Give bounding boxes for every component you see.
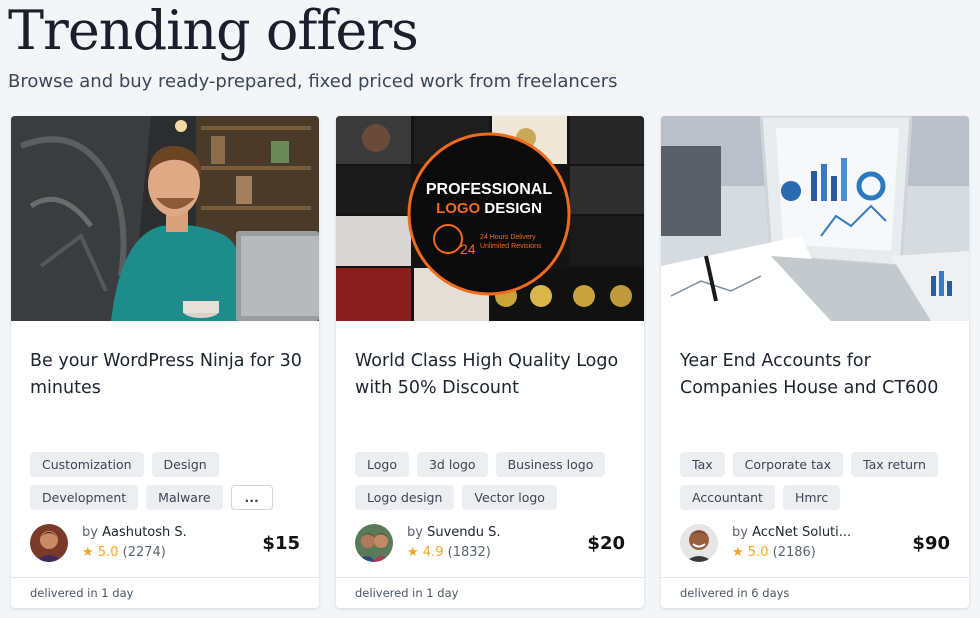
tag[interactable]: Design (151, 452, 219, 477)
tag[interactable]: Business logo (495, 452, 606, 477)
offer-card[interactable]: Be your WordPress Ninja for 30 minutes C… (11, 116, 319, 608)
promo-number: 24 (460, 241, 476, 257)
tag[interactable]: Corporate tax (732, 452, 844, 477)
accounts-laptop-photo (661, 116, 969, 321)
delivery-time: delivered in 1 day (11, 577, 319, 608)
freelancer-photo (11, 116, 319, 321)
offer-card[interactable]: Year End Accounts for Companies House an… (661, 116, 969, 608)
rating-score: 4.9 (422, 545, 444, 560)
star-icon: ★ (407, 545, 419, 560)
offer-image[interactable]: PROFESSIONAL LOGO DESIGN 24 24 Hours Del… (336, 116, 644, 321)
seller-name[interactable]: Suvendu S. (427, 525, 500, 540)
seller-byline: by Suvendu S. (407, 525, 501, 540)
promo-line-1: PROFESSIONAL (426, 181, 552, 198)
logo-design-promo-image: PROFESSIONAL LOGO DESIGN 24 24 Hours Del… (336, 116, 644, 321)
by-label: by (82, 525, 98, 540)
tag[interactable]: Logo design (355, 485, 455, 510)
price: $90 (912, 533, 950, 554)
seller-byline: by AccNet Soluti... (732, 525, 851, 540)
tag[interactable]: Tax (680, 452, 725, 477)
page-subtitle: Browse and buy ready-prepared, fixed pri… (8, 71, 618, 92)
tag[interactable]: Accountant (680, 485, 775, 510)
offer-image[interactable] (11, 116, 319, 321)
avatar[interactable] (355, 524, 393, 562)
seller-name[interactable]: AccNet Soluti... (752, 525, 851, 540)
review-count: (2274) (122, 545, 166, 560)
avatar[interactable] (680, 524, 718, 562)
rating-score: 5.0 (747, 545, 769, 560)
promo-note-2: Unlimited Revisions (480, 243, 542, 250)
seller-rating: ★ 5.0 (2274) (82, 545, 166, 560)
offer-title[interactable]: Year End Accounts for Companies House an… (680, 348, 955, 402)
page-title: Trending offers (8, 0, 419, 62)
promo-note-1: 24 Hours Delivery (480, 234, 536, 241)
promo-line-2a: LOGO (436, 200, 480, 217)
avatar[interactable] (30, 524, 68, 562)
seller-rating: ★ 5.0 (2186) (732, 545, 816, 560)
by-label: by (407, 525, 423, 540)
seller-info: by AccNet Soluti... ★ 5.0 (2186) $90 (680, 524, 950, 564)
tag[interactable]: Logo (355, 452, 409, 477)
tag-list: Tax Corporate tax Tax return Accountant … (680, 452, 960, 510)
tag[interactable]: Malware (146, 485, 223, 510)
delivery-time: delivered in 6 days (661, 577, 969, 608)
tag[interactable]: Customization (30, 452, 144, 477)
svg-text:LOGO DESIGN: LOGO DESIGN (436, 200, 542, 217)
tag[interactable]: Development (30, 485, 139, 510)
tag-list: Logo 3d logo Business logo Logo design V… (355, 452, 635, 510)
tag[interactable]: Hmrc (782, 485, 841, 510)
price: $20 (587, 533, 625, 554)
star-icon: ★ (732, 545, 744, 560)
by-label: by (732, 525, 748, 540)
tag[interactable]: 3d logo (416, 452, 488, 477)
promo-line-2b: DESIGN (480, 200, 542, 217)
offer-title[interactable]: World Class High Quality Logo with 50% D… (355, 348, 630, 402)
delivery-time: delivered in 1 day (336, 577, 644, 608)
tag[interactable]: Vector logo (462, 485, 557, 510)
offer-cards: Be your WordPress Ninja for 30 minutes C… (11, 116, 971, 608)
more-tags-button[interactable]: ... (230, 485, 273, 510)
seller-rating: ★ 4.9 (1832) (407, 545, 491, 560)
offer-title[interactable]: Be your WordPress Ninja for 30 minutes (30, 348, 305, 402)
seller-info: by Aashutosh S. ★ 5.0 (2274) $15 (30, 524, 300, 564)
tag[interactable]: Tax return (851, 452, 938, 477)
seller-info: by Suvendu S. ★ 4.9 (1832) $20 (355, 524, 625, 564)
star-icon: ★ (82, 545, 94, 560)
offer-card[interactable]: PROFESSIONAL LOGO DESIGN 24 24 Hours Del… (336, 116, 644, 608)
seller-name[interactable]: Aashutosh S. (102, 525, 187, 540)
offer-image[interactable] (661, 116, 969, 321)
review-count: (1832) (447, 545, 491, 560)
price: $15 (262, 533, 300, 554)
review-count: (2186) (772, 545, 816, 560)
tag-list: Customization Design Development Malware… (30, 452, 310, 510)
seller-byline: by Aashutosh S. (82, 525, 187, 540)
rating-score: 5.0 (97, 545, 119, 560)
